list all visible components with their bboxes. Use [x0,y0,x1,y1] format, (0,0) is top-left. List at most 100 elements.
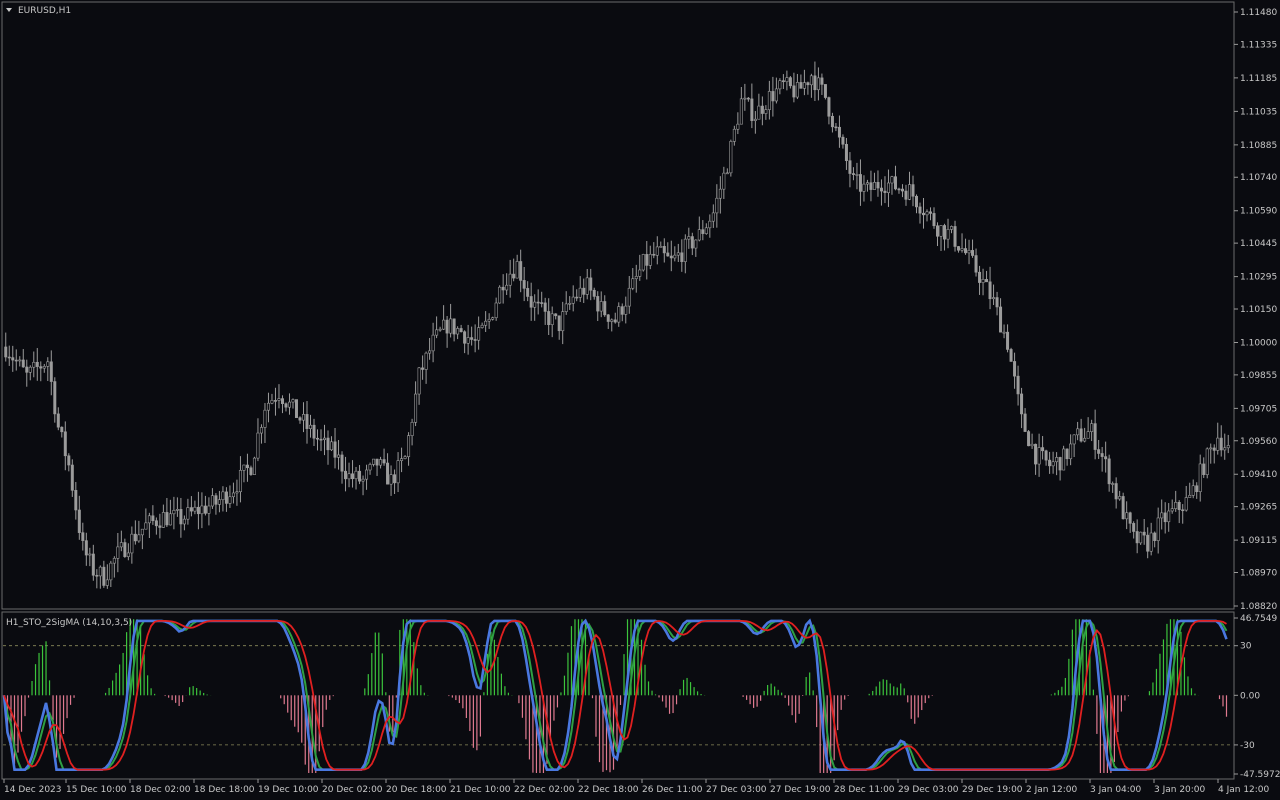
candle [844,137,848,170]
price-tick-label: 1.11335 [1240,40,1277,50]
candle [417,367,421,405]
candle [760,96,764,126]
candle [1167,503,1171,532]
candle [291,398,295,409]
candle [49,350,53,396]
price-tick-label: 1.10590 [1240,207,1277,217]
candle [263,403,267,443]
candle [704,223,708,235]
candle [442,305,446,331]
time-tick-label: 2 Jan 12:00 [1026,785,1078,795]
candle [708,214,712,238]
candle [456,326,460,340]
candle [1156,507,1160,554]
candle [1160,499,1164,530]
candle [32,351,36,378]
candle [764,105,768,120]
candle [1170,499,1174,514]
candle [172,496,176,530]
candle [1020,387,1024,429]
candle [1198,454,1202,502]
candle [1205,447,1209,479]
candle [365,464,369,490]
candle [1034,443,1038,475]
time-tick-label: 19 Dec 10:00 [258,785,319,795]
candle [501,274,505,304]
candle [1216,422,1220,455]
candle [277,384,281,409]
candle [543,297,547,325]
candle [1006,324,1010,353]
time-tick-label: 14 Dec 2023 [4,785,62,795]
time-tick-label: 27 Dec 03:00 [706,785,767,795]
candle [39,361,43,382]
candle [1002,324,1006,339]
candle [133,520,137,545]
candle [1118,490,1122,501]
candle [473,324,477,353]
candle [1209,443,1213,464]
price-axis: 1.11480 1.11335 1.11185 1.11035 1.10885 1.107… [1234,8,1277,612]
candle [347,462,351,488]
candle [743,83,747,111]
candle [886,169,890,207]
candle [1062,445,1066,471]
candle [533,294,537,321]
candle [999,298,1003,333]
candle [806,81,810,95]
candle [571,285,575,312]
candle [221,486,225,512]
candle [872,172,876,190]
candle [424,351,428,384]
candle [130,526,134,564]
candle [617,302,621,327]
candle [655,236,659,265]
candle [890,175,894,195]
candle [659,241,663,248]
candle [42,363,46,373]
candle [1191,479,1195,499]
candle [757,93,761,120]
candle [337,440,341,470]
candle [266,392,270,423]
candle [778,78,782,95]
candle [400,447,404,473]
price-tick-label: 1.10150 [1240,305,1277,315]
time-tick-label: 29 Dec 03:00 [898,785,959,795]
candle [981,268,985,296]
candle [182,515,186,531]
price-tick-label: 1.10445 [1240,239,1277,249]
candle [939,224,943,251]
candle [929,207,933,221]
candle [1058,456,1062,481]
candle [515,254,519,279]
candle [98,565,102,589]
candle [666,242,670,257]
candle [722,166,726,199]
candle [841,134,845,149]
candle [830,112,834,133]
chart-menu-arrow-icon[interactable] [6,8,12,12]
candle [428,337,432,360]
candle [1125,501,1129,530]
candle [774,77,778,104]
candle [88,547,92,567]
time-axis: 14 Dec 2023 15 Dec 10:00 18 Dec 02:00 18 De… [3,779,1270,795]
candle [333,428,337,469]
candle [683,234,687,274]
candle [715,184,719,228]
time-tick-label: 22 Dec 18:00 [578,785,639,795]
candle [732,125,736,146]
candle [1086,417,1090,439]
candle [323,424,327,456]
price-tick-label: 1.10295 [1240,273,1277,283]
candle [95,569,99,589]
candle [694,239,698,257]
candle [393,469,397,495]
candle [785,70,789,91]
candle [865,179,869,192]
candle [879,179,883,206]
chart-canvas[interactable]: 1.11480 1.11335 1.11185 1.11035 1.10885 1.107… [0,0,1280,800]
candle [771,76,775,117]
candle [193,500,197,515]
